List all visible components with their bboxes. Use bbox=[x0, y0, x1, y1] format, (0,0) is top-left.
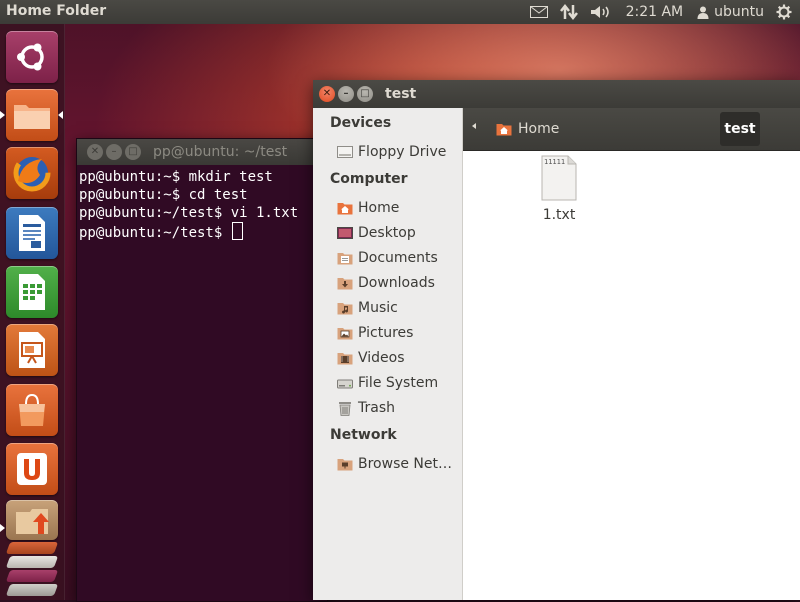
update-manager-launcher-button[interactable] bbox=[6, 500, 58, 540]
sidebar-item-videos[interactable]: Videos bbox=[337, 347, 459, 369]
sidebar-item-home[interactable]: Home bbox=[337, 197, 459, 219]
top-panel: Home Folder 2:21 AM ubuntu bbox=[0, 0, 800, 24]
desktop-icon bbox=[337, 226, 353, 240]
home-folder-icon bbox=[496, 124, 512, 136]
update-icon bbox=[16, 509, 49, 534]
user-menu[interactable]: ubuntu bbox=[691, 0, 770, 24]
breadcrumb-label: test bbox=[724, 121, 756, 137]
launcher-stack-decoration bbox=[5, 542, 59, 600]
impress-launcher-button[interactable] bbox=[6, 324, 58, 376]
sidebar-item-label: Videos bbox=[358, 350, 405, 366]
maximize-icon[interactable]: □ bbox=[357, 86, 373, 102]
sidebar-item-label: File System bbox=[358, 375, 439, 391]
active-app-title: Home Folder bbox=[6, 3, 107, 19]
sidebar-item-pictures[interactable]: Pictures bbox=[337, 322, 459, 344]
terminal-title: pp@ubuntu: ~/test bbox=[153, 144, 288, 160]
network-icon[interactable] bbox=[554, 0, 584, 24]
sidebar-heading-network: Network bbox=[330, 427, 397, 443]
sidebar-item-downloads[interactable]: Downloads bbox=[337, 272, 459, 294]
minimize-icon[interactable]: – bbox=[338, 86, 354, 102]
trash-icon bbox=[337, 401, 353, 416]
terminal-titlebar[interactable]: ✕ – □ pp@ubuntu: ~/test bbox=[77, 139, 327, 165]
breadcrumb-home[interactable]: Home bbox=[496, 112, 559, 146]
pictures-folder-icon bbox=[337, 326, 353, 340]
home-folder-launcher-button[interactable] bbox=[6, 89, 58, 141]
terminal-line: pp@ubuntu:~/test$ vi 1.txt bbox=[79, 205, 299, 221]
sidebar-item-label: Downloads bbox=[358, 275, 435, 291]
sidebar-item-label: Trash bbox=[358, 400, 395, 416]
volume-icon[interactable] bbox=[584, 0, 618, 24]
minimize-icon[interactable]: – bbox=[106, 144, 122, 160]
power-cog-icon[interactable] bbox=[770, 0, 800, 24]
close-icon[interactable]: ✕ bbox=[319, 86, 335, 102]
videos-folder-icon bbox=[337, 351, 353, 365]
terminal-prompt-line: pp@ubuntu:~/test$ bbox=[79, 222, 325, 242]
terminal-line: pp@ubuntu:~/test$ bbox=[79, 225, 231, 241]
sidebar-item-label: Music bbox=[358, 300, 398, 316]
sidebar-item-trash[interactable]: Trash bbox=[337, 397, 459, 419]
network-folder-icon bbox=[337, 457, 353, 471]
floppy-icon bbox=[337, 145, 353, 159]
software-center-launcher-button[interactable] bbox=[6, 384, 58, 436]
file-preview-text: 11111 bbox=[544, 158, 566, 166]
music-folder-icon bbox=[337, 301, 353, 315]
writer-icon bbox=[19, 215, 45, 251]
launcher bbox=[0, 24, 65, 600]
documents-folder-icon bbox=[337, 251, 353, 265]
sidebar-item-floppy-drive[interactable]: Floppy Drive bbox=[337, 141, 459, 163]
file-item[interactable]: 11111 1.txt bbox=[519, 155, 599, 223]
file-manager-titlebar[interactable]: ✕ – □ test bbox=[313, 80, 800, 108]
ubuntu-one-launcher-button[interactable] bbox=[6, 443, 58, 495]
file-name: 1.txt bbox=[542, 207, 576, 223]
shopping-bag-icon bbox=[19, 393, 45, 426]
user-name: ubuntu bbox=[714, 4, 764, 20]
places-sidebar: Devices Floppy Drive Computer Home Deskt… bbox=[313, 108, 463, 600]
dash-home-button[interactable] bbox=[6, 31, 58, 83]
sidebar-heading-computer: Computer bbox=[330, 171, 408, 187]
text-file-icon: 11111 bbox=[541, 155, 577, 201]
sidebar-item-documents[interactable]: Documents bbox=[337, 247, 459, 269]
file-view[interactable]: 11111 1.txt bbox=[463, 151, 800, 600]
home-folder-icon bbox=[337, 201, 353, 215]
sidebar-item-label: Pictures bbox=[358, 325, 414, 341]
sidebar-item-file-system[interactable]: File System bbox=[337, 372, 459, 394]
breadcrumb-current[interactable]: test bbox=[720, 112, 760, 146]
terminal-line: pp@ubuntu:~$ cd test bbox=[79, 187, 248, 203]
calc-launcher-button[interactable] bbox=[6, 266, 58, 318]
sidebar-item-label: Documents bbox=[358, 250, 438, 266]
file-manager-window[interactable]: ✕ – □ test Devices Floppy Drive Computer… bbox=[313, 80, 800, 600]
sidebar-item-label: Floppy Drive bbox=[358, 144, 447, 160]
drive-icon bbox=[337, 376, 353, 390]
terminal-screen[interactable]: pp@ubuntu:~$ mkdir test pp@ubuntu:~$ cd t… bbox=[77, 165, 327, 245]
sidebar-item-label: Browse Net… bbox=[358, 456, 453, 472]
downloads-folder-icon bbox=[337, 276, 353, 290]
folder-icon bbox=[14, 105, 50, 129]
writer-launcher-button[interactable] bbox=[6, 207, 58, 259]
firefox-launcher-button[interactable] bbox=[6, 147, 58, 199]
terminal-window[interactable]: ✕ – □ pp@ubuntu: ~/test pp@ubuntu:~$ mkd… bbox=[76, 138, 328, 602]
clock[interactable]: 2:21 AM bbox=[618, 0, 692, 24]
close-icon[interactable]: ✕ bbox=[87, 144, 103, 160]
impress-icon bbox=[19, 332, 45, 368]
sidebar-item-label: Home bbox=[358, 200, 400, 216]
ubuntu-logo-icon bbox=[17, 43, 44, 71]
calc-icon bbox=[19, 274, 45, 310]
ubuntu-one-icon bbox=[17, 453, 47, 485]
sidebar-heading-devices: Devices bbox=[330, 115, 392, 131]
mail-icon[interactable] bbox=[524, 0, 554, 24]
file-manager-title: test bbox=[385, 86, 417, 102]
sidebar-item-label: Desktop bbox=[358, 225, 416, 241]
sidebar-item-desktop[interactable]: Desktop bbox=[337, 222, 459, 244]
terminal-cursor bbox=[231, 222, 243, 240]
maximize-icon[interactable]: □ bbox=[125, 144, 141, 160]
terminal-line: pp@ubuntu:~$ mkdir test bbox=[79, 169, 273, 185]
breadcrumb-label: Home bbox=[518, 121, 560, 137]
location-toolbar: Home test bbox=[463, 108, 800, 151]
firefox-icon bbox=[13, 154, 51, 192]
sidebar-item-music[interactable]: Music bbox=[337, 297, 459, 319]
back-arrow-icon[interactable] bbox=[472, 123, 476, 129]
sidebar-item-browse-network[interactable]: Browse Net… bbox=[337, 453, 459, 475]
